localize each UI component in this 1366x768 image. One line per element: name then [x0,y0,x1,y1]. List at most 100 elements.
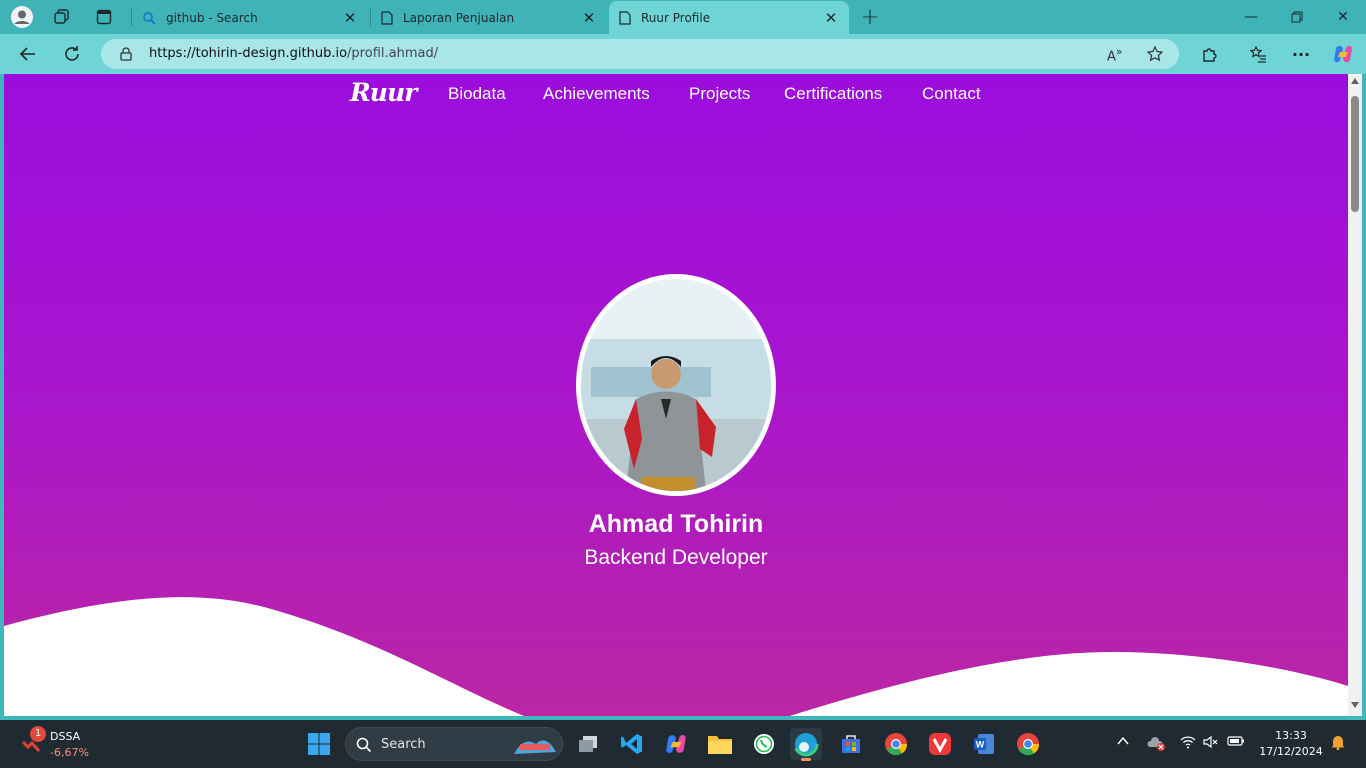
minimize-button[interactable]: — [1228,0,1274,34]
vscode-icon [621,734,642,754]
chrome-icon [1017,733,1040,756]
chevron-up-icon [1117,736,1129,745]
close-tab-icon[interactable]: ✕ [823,9,839,27]
scroll-up-arrow-icon[interactable] [1351,78,1359,84]
copilot-button[interactable] [1328,40,1358,68]
nav-projects[interactable]: Projects [689,84,750,104]
wifi-icon [1180,736,1196,749]
bell-icon [1331,736,1345,751]
profile-button[interactable] [8,4,36,30]
tab-github-search[interactable]: github - Search ✕ [132,1,368,34]
wifi-status[interactable] [1180,735,1196,753]
windows-logo-icon [308,733,330,755]
tab-actions-button[interactable] [90,4,118,30]
page-viewport: Ruur Biodata Achievements Projects Certi… [4,74,1348,716]
active-app-indicator [801,758,811,761]
page-scrollbar[interactable] [1348,74,1362,716]
copilot-icon [666,735,686,753]
restore-icon [1291,11,1303,23]
copilot-icon [1334,45,1352,63]
tab-ruur-profile[interactable]: Ruur Profile ✕ [609,1,849,34]
start-button[interactable] [303,728,335,760]
scrollbar-thumb[interactable] [1351,96,1359,212]
whatsapp-app[interactable] [748,728,780,760]
close-window-button[interactable]: ✕ [1320,0,1366,34]
nav-contact[interactable]: Contact [922,84,981,104]
task-view-button[interactable] [572,728,604,760]
search-icon [356,737,372,753]
search-highlight-icon [514,740,556,754]
taskbar-search[interactable]: Search [345,727,563,761]
restore-button[interactable] [1274,0,1320,34]
workspaces-button[interactable] [48,4,76,30]
word-app[interactable]: W [968,728,1000,760]
person-photo-illustration [581,279,771,491]
page-icon [619,10,631,25]
favorite-star-icon[interactable] [1147,46,1163,62]
svg-text:W: W [976,740,985,750]
volume-status[interactable] [1203,735,1219,753]
whatsapp-icon [754,734,774,754]
close-icon: ✕ [1337,9,1349,25]
extensions-button[interactable] [1195,40,1225,68]
url-path: /profil.ahmad/ [347,46,439,61]
store-app[interactable] [835,728,867,760]
copilot-app[interactable] [660,728,692,760]
notification-badge: 1 [30,726,46,742]
plus-icon: + [860,4,880,30]
search-placeholder: Search [381,737,426,752]
tab-label: github - Search [166,10,258,25]
battery-status[interactable] [1227,735,1245,751]
chrome-app[interactable] [880,728,912,760]
settings-more-button[interactable]: ··· [1286,40,1316,68]
read-aloud-icon[interactable]: A» [1107,45,1123,64]
browser-toolbar: https://tohirin-design.github.io/profil.… [0,34,1366,74]
notifications-button[interactable] [1331,734,1345,754]
search-icon [143,11,156,25]
task-view-icon [579,736,597,752]
show-hidden-icons-button[interactable] [1117,735,1129,750]
scroll-down-arrow-icon[interactable] [1351,702,1359,708]
refresh-button[interactable] [57,40,87,68]
tab-strip: github - Search ✕ Laporan Penjualan ✕ Ru… [0,0,1366,34]
lock-icon[interactable] [119,47,133,61]
close-tab-icon[interactable]: ✕ [581,9,597,27]
site-logo[interactable]: Ruur [350,78,417,107]
close-tab-icon[interactable]: ✕ [342,9,358,27]
url-text[interactable]: https://tohirin-design.github.io/profil.… [149,46,438,61]
edge-app-active[interactable] [790,728,822,761]
chrome-icon [885,733,908,756]
profile-name: Ahmad Tohirin [588,510,764,538]
nav-biodata[interactable]: Biodata [448,84,506,104]
vscode-app[interactable] [616,728,648,760]
tab-laporan-penjualan[interactable]: Laporan Penjualan ✕ [371,1,607,34]
vivaldi-icon [929,733,951,755]
tab-label: Ruur Profile [641,10,711,25]
site-nav: Ruur Biodata Achievements Projects Certi… [4,74,1348,114]
battery-icon [1227,736,1244,746]
folder-icon [708,736,732,754]
workspaces-icon [54,9,69,24]
back-button[interactable] [13,40,43,68]
word-icon: W [974,734,994,754]
onedrive-status[interactable] [1146,735,1166,755]
volume-muted-icon [1203,735,1218,749]
profile-role: Backend Developer [584,546,768,569]
vivaldi-app[interactable] [924,728,956,760]
file-explorer-app[interactable] [704,728,736,760]
cloud-error-icon [1147,737,1165,751]
favorites-button[interactable] [1243,40,1273,68]
nav-achievements[interactable]: Achievements [543,84,650,104]
tab-label: Laporan Penjualan [403,10,515,25]
profile-icon [11,6,33,28]
page-icon [381,10,393,25]
stock-widget[interactable]: 1 DSSA -6,67% [18,726,108,762]
address-bar[interactable]: https://tohirin-design.github.io/profil.… [101,39,1179,69]
url-domain: https://tohirin-design.github.io [149,46,348,61]
nav-certifications[interactable]: Certifications [784,84,882,104]
clock-time: 13:33 [1275,729,1307,742]
new-tab-button[interactable]: + [856,4,884,30]
chrome-profile-app[interactable] [1012,728,1044,760]
edge-icon [793,731,819,757]
clock[interactable]: 13:33 17/12/2024 [1256,728,1326,760]
